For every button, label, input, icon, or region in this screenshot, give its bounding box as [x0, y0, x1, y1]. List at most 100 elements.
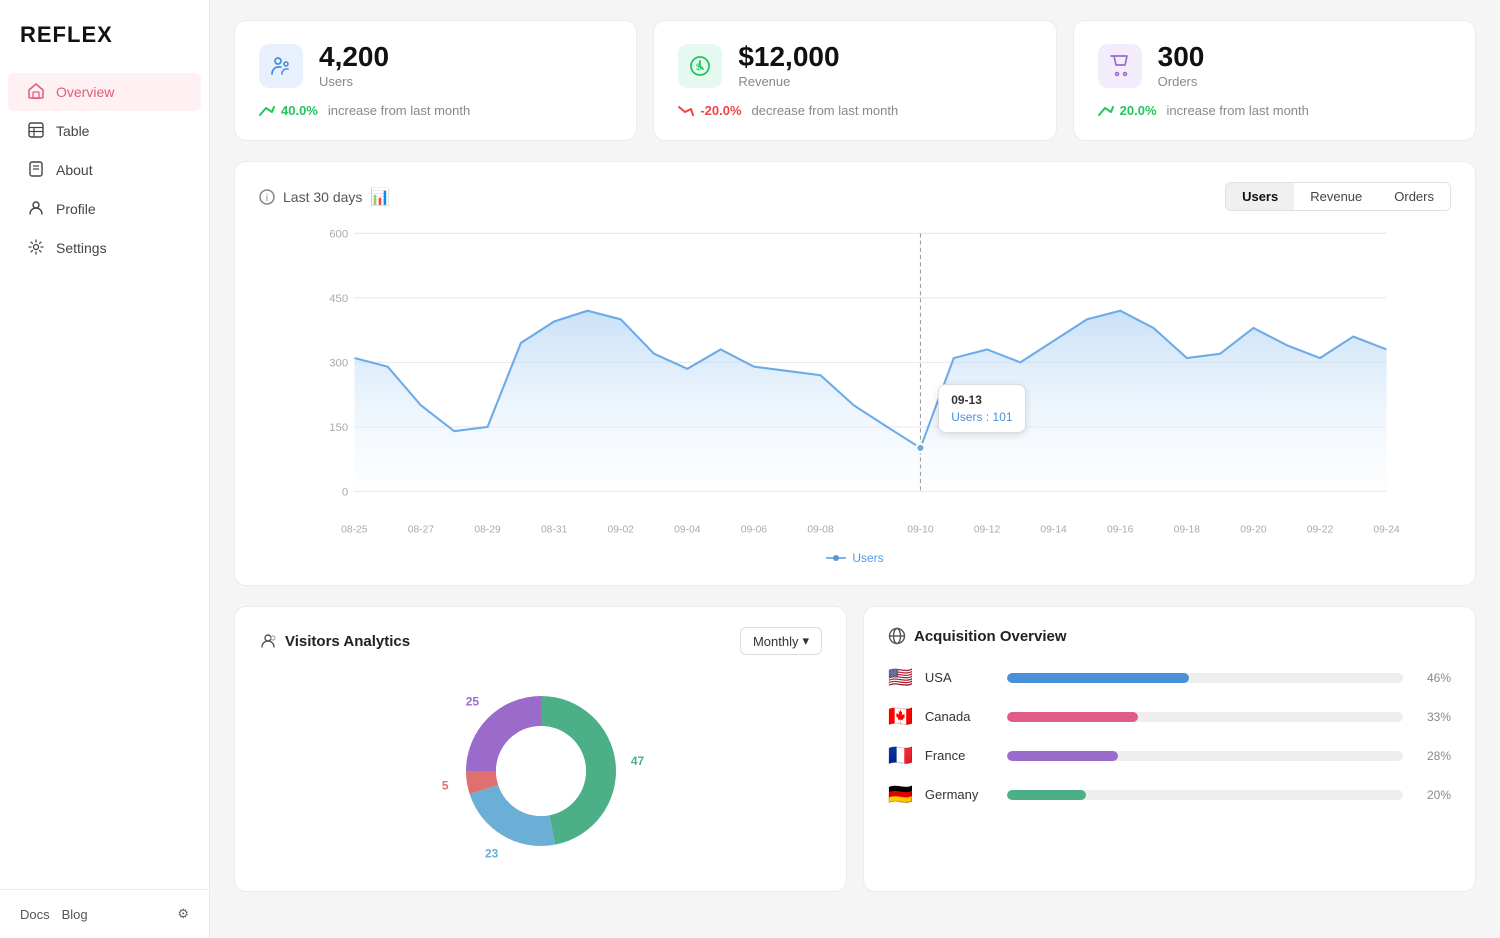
line-chart-svg: 0 150 300 450 600 08-25 08-27 08-29 08-31 09…	[259, 223, 1451, 543]
orders-change-desc: increase from last month	[1167, 103, 1309, 118]
orders-change: 20.0% increase from last month	[1098, 103, 1451, 118]
globe-icon	[888, 627, 906, 645]
visitors-icon	[259, 632, 277, 650]
svg-text:08-25: 08-25	[341, 525, 368, 536]
info-icon: i	[259, 189, 275, 205]
bar-bg-usa	[1007, 673, 1403, 683]
docs-link[interactable]: Docs	[20, 907, 50, 922]
visitors-header: Visitors Analytics Monthly ▾	[259, 627, 822, 655]
visitors-title-text: Visitors Analytics	[285, 633, 410, 650]
chart-tab-orders[interactable]: Orders	[1378, 183, 1450, 210]
revenue-icon: $	[678, 44, 722, 88]
svg-text:i: i	[266, 193, 268, 204]
bar-fill-canada	[1007, 712, 1138, 722]
acquisition-title-text: Acquisition Overview	[914, 628, 1067, 645]
chart-header: i Last 30 days 📊 UsersRevenueOrders	[259, 182, 1451, 211]
bar-bg-germany	[1007, 790, 1403, 800]
svg-text:0: 0	[342, 487, 348, 499]
sidebar-item-table[interactable]: Table	[8, 112, 201, 150]
svg-text:09-10: 09-10	[907, 525, 934, 536]
acq-row-canada: 🇨🇦 Canada 33%	[888, 704, 1451, 729]
flag-france: 🇫🇷	[888, 743, 913, 768]
svg-text:09-12: 09-12	[974, 525, 1001, 536]
sidebar-item-label: Overview	[56, 84, 114, 100]
sidebar-item-label: Profile	[56, 201, 96, 217]
sidebar-item-label: Table	[56, 123, 89, 139]
sidebar-item-settings[interactable]: Settings	[8, 229, 201, 267]
sidebar-item-label: Settings	[56, 240, 107, 256]
revenue-change: -20.0% decrease from last month	[678, 103, 1031, 118]
main-content: 4,200 Users 40.0% increase from last mon…	[210, 0, 1500, 938]
svg-text:600: 600	[329, 228, 348, 240]
visitors-title: Visitors Analytics	[259, 632, 410, 650]
svg-text:300: 300	[329, 357, 348, 369]
svg-text:09-04: 09-04	[674, 525, 701, 536]
users-change-desc: increase from last month	[328, 103, 470, 118]
bar-fill-usa	[1007, 673, 1189, 683]
svg-text:$: $	[696, 62, 701, 72]
users-value: 4,200	[319, 43, 389, 71]
stat-card-revenue: $ $12,000 Revenue -20.0% decrease from l…	[653, 20, 1056, 141]
orders-icon	[1098, 44, 1142, 88]
acquisition-card: Acquisition Overview 🇺🇸 USA 46% 🇨🇦 Canad…	[863, 606, 1476, 892]
bottom-row: Visitors Analytics Monthly ▾ 4723525 Acq	[234, 606, 1476, 892]
bar-fill-france	[1007, 751, 1118, 761]
orders-value: 300	[1158, 43, 1205, 71]
acq-row-germany: 🇩🇪 Germany 20%	[888, 782, 1451, 807]
blog-link[interactable]: Blog	[62, 907, 88, 922]
users-label: Users	[319, 74, 389, 89]
flag-canada: 🇨🇦	[888, 704, 913, 729]
pct-france: 28%	[1415, 749, 1451, 763]
monthly-dropdown[interactable]: Monthly ▾	[740, 627, 822, 655]
country-germany: Germany	[925, 787, 995, 802]
svg-text:09-16: 09-16	[1107, 525, 1134, 536]
chart-tab-users[interactable]: Users	[1226, 183, 1294, 210]
acq-row-usa: 🇺🇸 USA 46%	[888, 665, 1451, 690]
svg-text:09-18: 09-18	[1174, 525, 1201, 536]
chart-legend: Users	[259, 551, 1451, 565]
bar-bg-france	[1007, 751, 1403, 761]
chart-tabs: UsersRevenueOrders	[1225, 182, 1451, 211]
home-icon	[28, 83, 46, 101]
sidebar-item-label: About	[56, 162, 93, 178]
sidebar-item-about[interactable]: About	[8, 151, 201, 189]
chart-tab-revenue[interactable]: Revenue	[1294, 183, 1378, 210]
book-icon	[28, 161, 46, 179]
orders-label: Orders	[1158, 74, 1205, 89]
donut-chart: 4723525	[259, 671, 822, 871]
revenue-label: Revenue	[738, 74, 839, 89]
flag-usa: 🇺🇸	[888, 665, 913, 690]
svg-text:08-27: 08-27	[408, 525, 435, 536]
sidebar-item-overview[interactable]: Overview	[8, 73, 201, 111]
svg-text:5: 5	[441, 778, 448, 792]
revenue-value: $12,000	[738, 43, 839, 71]
users-change: 40.0% increase from last month	[259, 103, 612, 118]
bar-bg-canada	[1007, 712, 1403, 722]
user-icon	[28, 200, 46, 218]
svg-text:450: 450	[329, 293, 348, 305]
svg-text:09-22: 09-22	[1307, 525, 1334, 536]
dropdown-label: Monthly	[753, 634, 799, 649]
acquisition-list: 🇺🇸 USA 46% 🇨🇦 Canada 33% 🇫🇷 France 28% 🇩…	[888, 665, 1451, 807]
svg-text:150: 150	[329, 422, 348, 434]
sidebar-footer: Docs Blog ⚙	[0, 889, 209, 938]
svg-text:09-20: 09-20	[1240, 525, 1267, 536]
svg-text:47: 47	[630, 754, 644, 768]
legend-label: Users	[852, 551, 883, 565]
chart-icon: 📊	[370, 187, 390, 207]
pct-canada: 33%	[1415, 710, 1451, 724]
svg-text:23: 23	[484, 847, 498, 861]
acquisition-header: Acquisition Overview	[888, 627, 1451, 645]
bar-fill-germany	[1007, 790, 1086, 800]
svg-text:08-31: 08-31	[541, 525, 568, 536]
svg-text:09-24: 09-24	[1373, 525, 1400, 536]
sidebar: REFLEX OverviewTableAboutProfileSettings…	[0, 0, 210, 938]
svg-text:09-02: 09-02	[608, 525, 635, 536]
theme-toggle-icon[interactable]: ⚙	[177, 906, 189, 922]
stat-card-orders: 300 Orders 20.0% increase from last mont…	[1073, 20, 1476, 141]
revenue-change-desc: decrease from last month	[752, 103, 899, 118]
footer-links: Docs Blog	[20, 907, 88, 922]
svg-text:08-29: 08-29	[474, 525, 501, 536]
table-icon	[28, 122, 46, 140]
sidebar-item-profile[interactable]: Profile	[8, 190, 201, 228]
